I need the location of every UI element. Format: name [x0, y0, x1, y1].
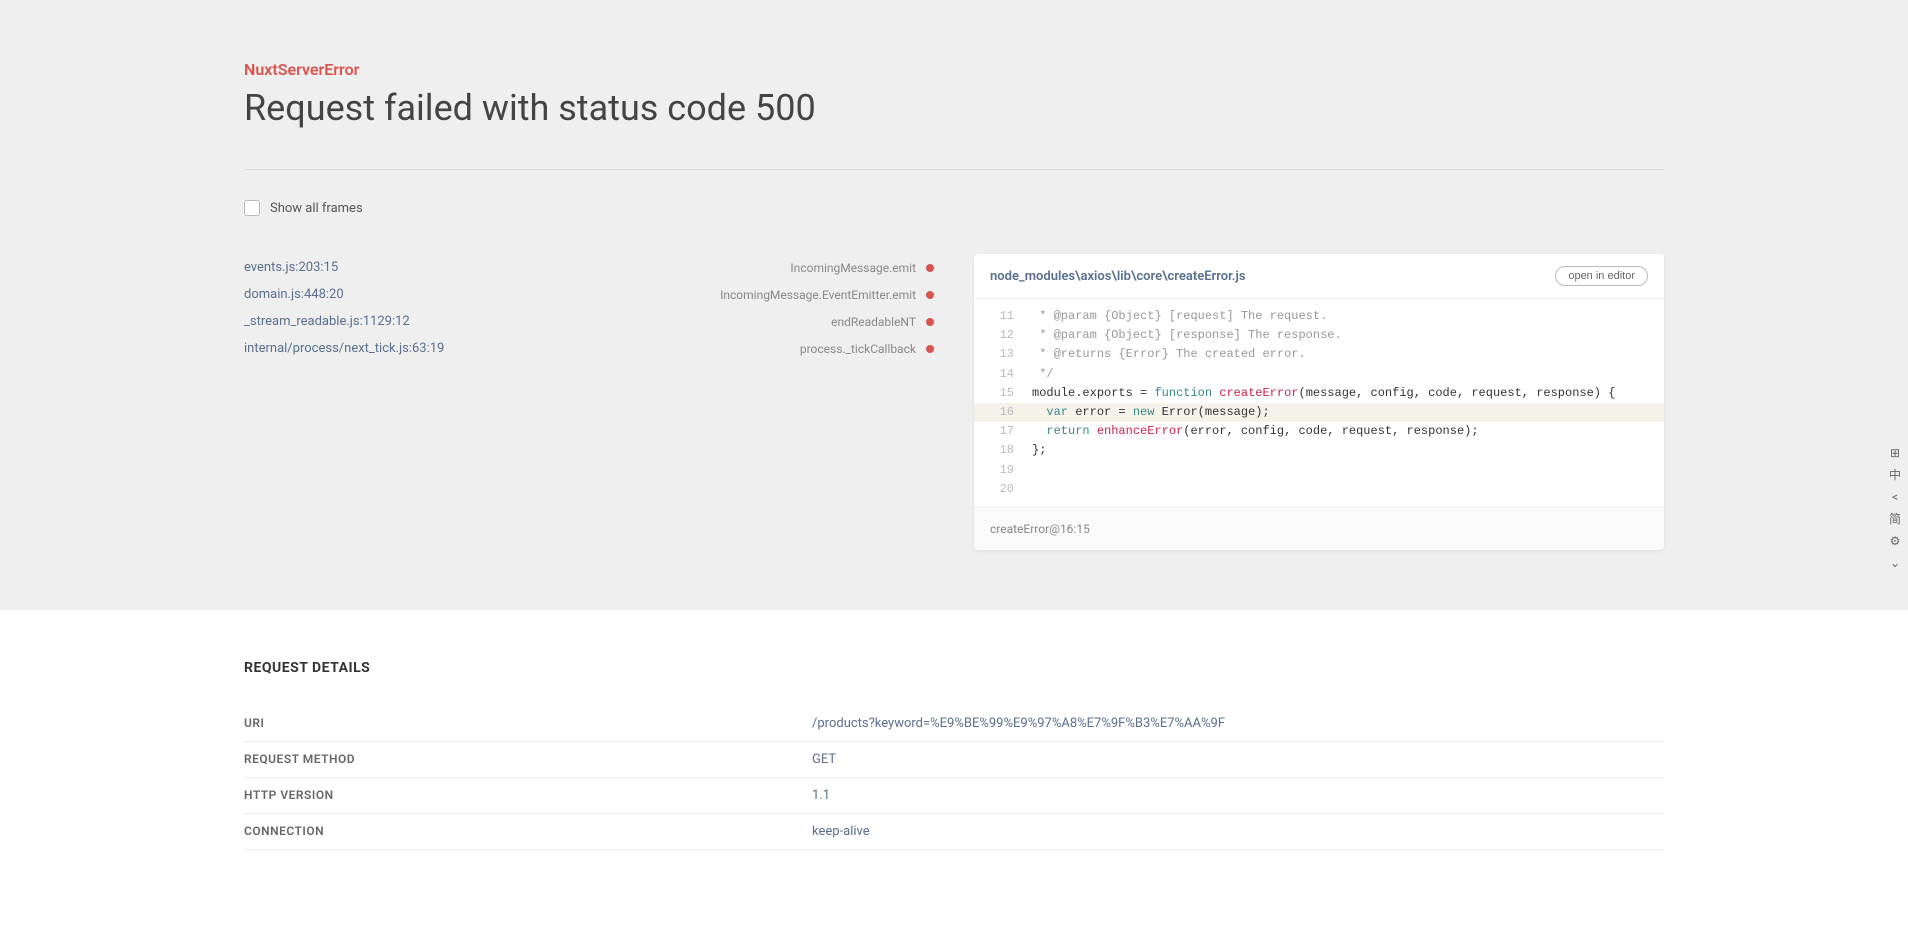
frame-file: events.js:203:15: [244, 260, 338, 275]
divider: [244, 169, 1664, 170]
error-type: NuxtServerError: [244, 60, 1664, 79]
code-content: * @param {Object} [request] The request.: [1032, 307, 1327, 326]
detail-row: URI/products?keyword=%E9%BE%99%E9%97%A8%…: [244, 706, 1664, 742]
code-line: 16 var error = new Error(message);: [974, 403, 1664, 422]
code-line: 15 module.exports = function createError(…: [974, 384, 1664, 403]
detail-value: 1.1: [812, 788, 1664, 803]
frame-dot-icon: [926, 291, 934, 299]
line-number: 15: [990, 384, 1014, 403]
code-line: 19: [974, 461, 1664, 480]
frame-dot-icon: [926, 345, 934, 353]
line-number: 20: [990, 480, 1014, 499]
detail-key: Request Method: [244, 752, 812, 767]
code-line: 20: [974, 480, 1664, 499]
line-number: 12: [990, 326, 1014, 345]
frames-list: events.js:203:15 IncomingMessage.emit doma…: [244, 254, 934, 550]
frame-method: IncomingMessage.EventEmitter.emit: [720, 288, 916, 302]
detail-value: /products?keyword=%E9%BE%99%E9%97%A8%E7%…: [812, 716, 1664, 731]
frame-item[interactable]: events.js:203:15 IncomingMessage.emit: [244, 254, 934, 281]
frame-method: endReadableNT: [831, 315, 916, 329]
detail-key: URI: [244, 716, 812, 731]
frame-method: process._tickCallback: [800, 342, 916, 356]
frame-file: _stream_readable.js:1129:12: [244, 314, 410, 329]
request-details-heading: REQUEST DETAILS: [244, 660, 1664, 676]
code-file-path: node_modules\axios\lib\core\createError.…: [990, 269, 1246, 284]
show-all-frames-checkbox[interactable]: [244, 200, 260, 216]
code-line: 11 * @param {Object} [request] The reque…: [974, 307, 1664, 326]
code-line: 18};: [974, 441, 1664, 460]
code-body: 11 * @param {Object} [request] The reque…: [974, 299, 1664, 507]
code-content: * @param {Object} [response] The respons…: [1032, 326, 1342, 345]
side-toolbar-icon[interactable]: 简: [1886, 510, 1904, 528]
error-header-section: NuxtServerError Request failed with stat…: [0, 0, 1908, 610]
detail-key: HTTP Version: [244, 788, 812, 803]
line-number: 13: [990, 345, 1014, 364]
detail-row: HTTP Version1.1: [244, 778, 1664, 814]
line-number: 19: [990, 461, 1014, 480]
frame-file: internal/process/next_tick.js:63:19: [244, 341, 444, 356]
frame-dot-icon: [926, 318, 934, 326]
code-content: */: [1032, 365, 1054, 384]
code-content: };: [1032, 441, 1046, 460]
line-number: 18: [990, 441, 1014, 460]
line-number: 11: [990, 307, 1014, 326]
code-content: var error = new Error(message);: [1032, 403, 1270, 422]
frame-dot-icon: [926, 264, 934, 272]
frame-file: domain.js:448:20: [244, 287, 344, 302]
code-content: module.exports = function createError(me…: [1032, 384, 1615, 403]
frame-item[interactable]: internal/process/next_tick.js:63:19 proce…: [244, 335, 934, 362]
code-content: * @returns {Error} The created error.: [1032, 345, 1306, 364]
error-title: Request failed with status code 500: [244, 87, 1664, 129]
side-toolbar-icon[interactable]: <: [1886, 488, 1904, 506]
line-number: 16: [990, 403, 1014, 422]
detail-row: Request MethodGET: [244, 742, 1664, 778]
request-details-section: REQUEST DETAILS URI/products?keyword=%E9…: [0, 610, 1908, 900]
code-header: node_modules\axios\lib\core\createError.…: [974, 254, 1664, 299]
detail-value: GET: [812, 752, 1664, 767]
side-toolbar-icon[interactable]: 中: [1886, 466, 1904, 484]
open-in-editor-button[interactable]: open in editor: [1555, 266, 1648, 286]
code-line: 13 * @returns {Error} The created error.: [974, 345, 1664, 364]
code-content: return enhanceError(error, config, code,…: [1032, 422, 1479, 441]
detail-row: Connectionkeep-alive: [244, 814, 1664, 850]
detail-value: keep-alive: [812, 824, 1664, 839]
show-all-frames-label: Show all frames: [270, 201, 363, 216]
show-all-frames-row[interactable]: Show all frames: [244, 200, 1664, 216]
code-line: 17 return enhanceError(error, config, co…: [974, 422, 1664, 441]
frame-item[interactable]: domain.js:448:20 IncomingMessage.EventEmi…: [244, 281, 934, 308]
code-line: 12 * @param {Object} [response] The resp…: [974, 326, 1664, 345]
line-number: 14: [990, 365, 1014, 384]
code-panel: node_modules\axios\lib\core\createError.…: [974, 254, 1664, 550]
side-toolbar-icon[interactable]: ⚙: [1886, 532, 1904, 550]
side-toolbar-icon[interactable]: ⊞: [1886, 444, 1904, 462]
side-toolbar: ⊞ 中 < 简 ⚙ ⌄: [1882, 440, 1908, 576]
line-number: 17: [990, 422, 1014, 441]
code-line: 14 */: [974, 365, 1664, 384]
detail-key: Connection: [244, 824, 812, 839]
side-toolbar-icon[interactable]: ⌄: [1886, 554, 1904, 572]
code-footer: createError@16:15: [974, 507, 1664, 550]
frame-item[interactable]: _stream_readable.js:1129:12 endReadableNT: [244, 308, 934, 335]
frame-method: IncomingMessage.emit: [790, 261, 916, 275]
